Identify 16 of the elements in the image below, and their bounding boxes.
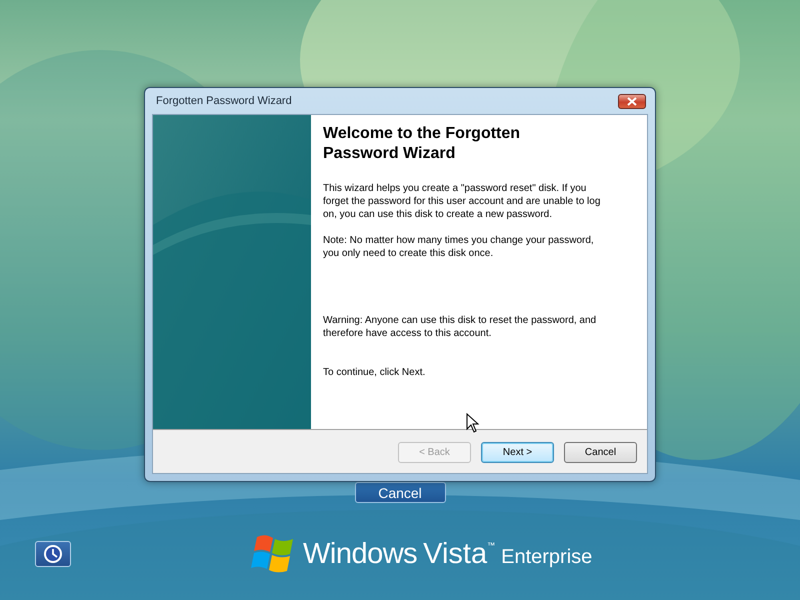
- wizard-button[interactable]: Next >: [481, 442, 554, 463]
- window-title: Forgotten Password Wizard: [156, 95, 292, 107]
- windows-wordmark: Windows: [303, 538, 418, 570]
- wizard-paragraph: Note: No matter how many times you change your password, you only need to create this disk once.: [323, 234, 595, 260]
- wizard-paragraph: To continue, click Next.: [323, 366, 426, 379]
- close-button[interactable]: [618, 94, 646, 108]
- vista-wordmark: Vista: [423, 538, 488, 570]
- ease-of-access-button[interactable]: [35, 541, 71, 567]
- wizard-heading: Welcome to the Forgotten Password Wizard: [323, 124, 522, 164]
- wizard-paragraph: This wizard helps you create a "password reset" disk. If you forget the password for this user account and are unable to log on, you can use this disk to create a new password.: [323, 182, 602, 221]
- close-icon: [627, 96, 637, 106]
- trademark-sign: ™: [487, 541, 496, 550]
- wizard-paragraph: Warning: Anyone can use this disk to reset the password, and therefore have access to this account.: [323, 314, 598, 340]
- wizard-button[interactable]: Cancel: [564, 442, 637, 463]
- edition-label: Enterprise: [501, 546, 592, 568]
- cancel-button[interactable]: Cancel: [354, 482, 446, 503]
